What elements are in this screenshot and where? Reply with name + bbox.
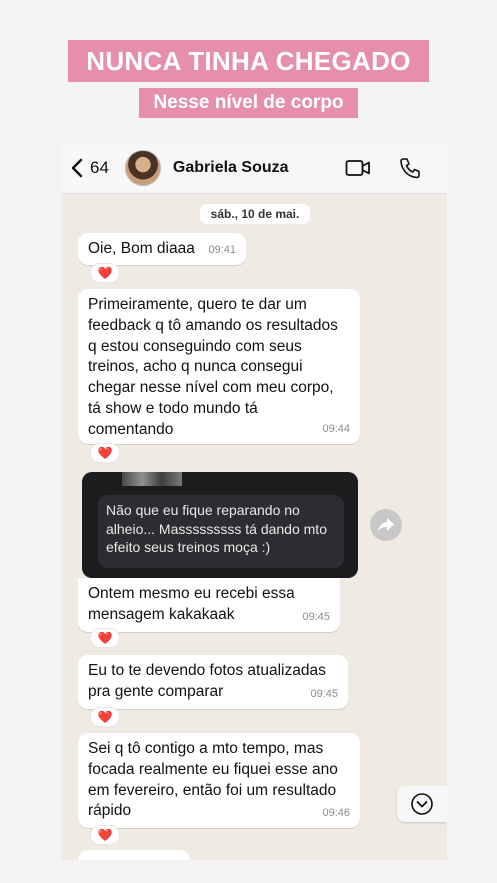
- unread-count: 64: [90, 158, 109, 177]
- message-time: 09:46: [322, 807, 350, 820]
- message-text: Ontem mesmo eu recebi essa mensagem kaka…: [88, 585, 295, 623]
- message-text: Primeiramente, quero te dar um feedback …: [88, 296, 338, 438]
- chat-screen: 64 Gabriela Souza sáb., 10 de mai. Oie, …: [62, 143, 447, 860]
- message-bubble[interactable]: Oie, Bom diaaa 09:41: [78, 233, 246, 265]
- image-message[interactable]: Não que eu fique reparando no alheio... …: [82, 472, 358, 578]
- partial-message-bubble: [78, 850, 190, 860]
- forward-arrow-icon: [378, 518, 394, 532]
- message-bubble[interactable]: Sei q tô contigo a mto tempo, mas focada…: [78, 733, 360, 828]
- message-time: 09:44: [322, 423, 350, 436]
- image-strip: [122, 472, 182, 486]
- scroll-to-bottom-button[interactable]: [397, 786, 447, 822]
- heart-reaction[interactable]: ❤️: [90, 443, 120, 463]
- chat-header: 64 Gabriela Souza: [62, 143, 447, 194]
- message-time: 09:45: [302, 611, 330, 624]
- back-button[interactable]: 64: [70, 158, 109, 178]
- heart-reaction[interactable]: ❤️: [90, 628, 120, 648]
- chevron-left-icon: [71, 158, 83, 178]
- contact-name[interactable]: Gabriela Souza: [173, 159, 289, 177]
- banner-subtitle: Nesse nível de corpo: [139, 88, 358, 118]
- date-separator: sáb., 10 de mai.: [200, 204, 310, 224]
- screenshot-text: Não que eu fique reparando no alheio... …: [98, 495, 344, 568]
- chevron-down-circle-icon: [411, 793, 433, 815]
- message-bubble[interactable]: Eu to te devendo fotos atualizadas pra g…: [78, 655, 348, 709]
- message-text: Sei q tô contigo a mto tempo, mas focada…: [88, 740, 338, 820]
- video-camera-icon[interactable]: [345, 157, 371, 179]
- message-text: Eu to te devendo fotos atualizadas pra g…: [88, 662, 326, 700]
- heart-reaction[interactable]: ❤️: [90, 825, 120, 845]
- forward-button[interactable]: [370, 509, 402, 541]
- message-time: 09:45: [310, 688, 338, 701]
- message-text: Oie, Bom diaaa: [88, 240, 195, 257]
- message-bubble[interactable]: Ontem mesmo eu recebi essa mensagem kaka…: [78, 578, 340, 632]
- avatar[interactable]: [124, 150, 161, 186]
- message-time: 09:41: [208, 244, 236, 257]
- message-bubble[interactable]: Primeiramente, quero te dar um feedback …: [78, 289, 360, 444]
- heart-reaction[interactable]: ❤️: [90, 707, 120, 727]
- phone-icon[interactable]: [397, 157, 423, 179]
- banner-title: NUNCA TINHA CHEGADO: [68, 40, 429, 82]
- heart-reaction[interactable]: ❤️: [90, 263, 120, 283]
